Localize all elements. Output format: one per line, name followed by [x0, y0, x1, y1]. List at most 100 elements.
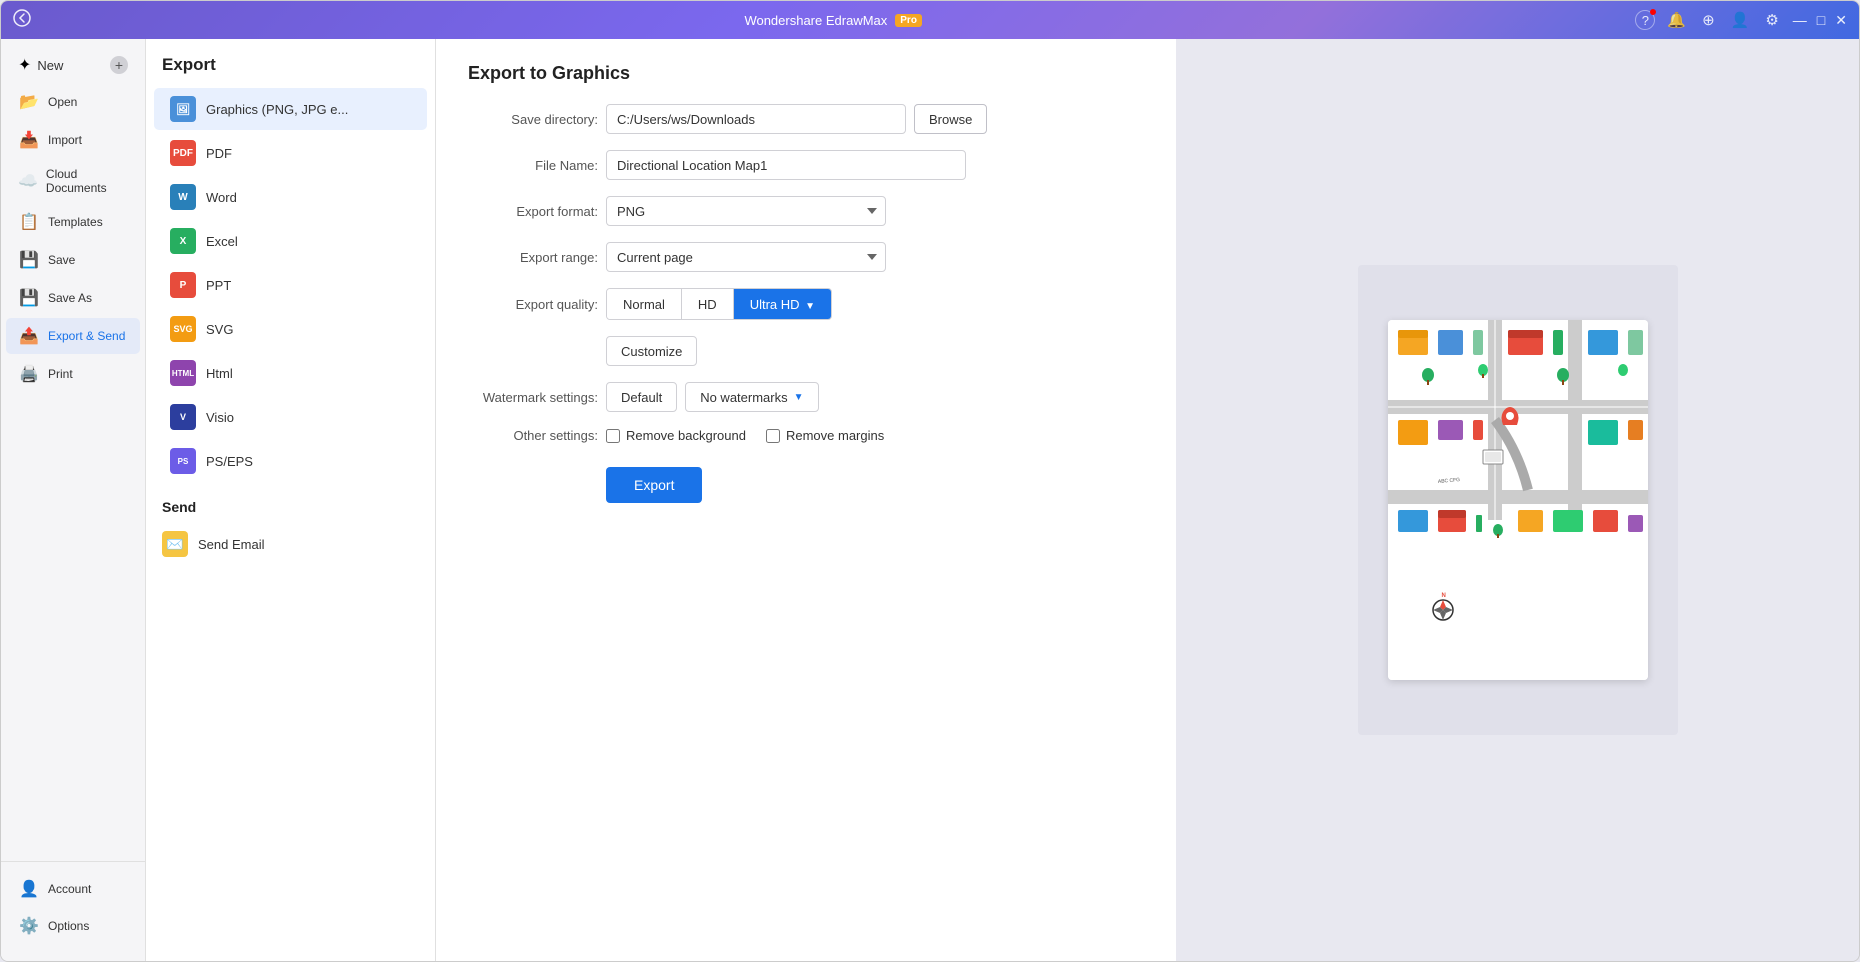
- file-name-label: File Name:: [468, 158, 598, 173]
- templates-label: Templates: [48, 215, 103, 229]
- notification-button[interactable]: 🔔: [1663, 9, 1690, 31]
- html-format-icon: HTML: [170, 360, 196, 386]
- customize-row: Customize: [468, 336, 1144, 366]
- plus-icon[interactable]: +: [110, 56, 128, 74]
- format-label-excel: Excel: [206, 234, 238, 249]
- preview-card: N ABC CFG: [1388, 320, 1648, 680]
- export-range-select[interactable]: Current page All pages Selection: [606, 242, 886, 272]
- export-settings-panel: Export to Graphics Save directory: Brows…: [436, 39, 1176, 961]
- ppt-format-icon: P: [170, 272, 196, 298]
- export-format-label: Export format:: [468, 204, 598, 219]
- watermark-row: Watermark settings: Default No watermark…: [468, 382, 1144, 412]
- export-format-select[interactable]: PNG JPG BMP TIFF GIF: [606, 196, 886, 226]
- middle-panel: Export 🖼 Graphics (PNG, JPG e... PDF PDF…: [146, 39, 436, 961]
- visio-format-icon: V: [170, 404, 196, 430]
- format-label-pseps: PS/EPS: [206, 454, 253, 469]
- sidebar-item-saveas[interactable]: 💾 Save As: [6, 280, 140, 316]
- app-name: Wondershare EdrawMax: [744, 13, 887, 28]
- community-button[interactable]: ⊕: [1698, 9, 1719, 31]
- send-email-item[interactable]: ✉️ Send Email: [162, 523, 419, 565]
- sidebar-item-export[interactable]: 📤 Export & Send: [6, 318, 140, 354]
- remove-margins-input[interactable]: [766, 429, 780, 443]
- quality-ultrahd-button[interactable]: Ultra HD ▼: [734, 289, 831, 319]
- watermark-chevron: ▼: [794, 392, 804, 403]
- saveas-label: Save As: [48, 291, 92, 305]
- watermark-controls: Default No watermarks ▼: [606, 382, 1144, 412]
- maximize-button[interactable]: □: [1817, 12, 1825, 28]
- save-directory-controls: Browse: [606, 104, 1144, 134]
- save-label: Save: [48, 253, 75, 267]
- export-button[interactable]: Export: [606, 467, 702, 503]
- new-button-container[interactable]: ✦ New +: [6, 48, 140, 82]
- remove-background-checkbox[interactable]: Remove background: [606, 428, 746, 443]
- other-settings-label: Other settings:: [468, 428, 598, 443]
- watermark-nowatermark-button[interactable]: No watermarks ▼: [685, 382, 818, 412]
- export-range-row: Export range: Current page All pages Sel…: [468, 242, 1144, 272]
- sidebar-item-account[interactable]: 👤 Account: [6, 871, 140, 907]
- browse-button[interactable]: Browse: [914, 104, 987, 134]
- back-button[interactable]: [13, 9, 31, 32]
- sidebar-item-templates[interactable]: 📋 Templates: [6, 204, 140, 240]
- export-format-controls: PNG JPG BMP TIFF GIF: [606, 196, 1144, 226]
- settings-button[interactable]: ⚙: [1761, 9, 1782, 31]
- left-sidebar: ✦ New + 📂 Open 📥 Import ☁️ Cloud Documen…: [1, 39, 146, 961]
- format-item-ppt[interactable]: P PPT: [154, 264, 427, 306]
- excel-format-icon: X: [170, 228, 196, 254]
- sidebar-item-cloud[interactable]: ☁️ Cloud Documents: [6, 160, 140, 202]
- sidebar-item-import[interactable]: 📥 Import: [6, 122, 140, 158]
- file-name-controls: [606, 150, 1144, 180]
- send-section: Send ✉️ Send Email: [146, 483, 435, 573]
- export-format-row: Export format: PNG JPG BMP TIFF GIF: [468, 196, 1144, 226]
- format-item-excel[interactable]: X Excel: [154, 220, 427, 262]
- pdf-format-icon: PDF: [170, 140, 196, 166]
- format-item-word[interactable]: W Word: [154, 176, 427, 218]
- share-button[interactable]: 👤: [1727, 9, 1754, 31]
- file-name-input[interactable]: [606, 150, 966, 180]
- import-icon: 📥: [18, 129, 40, 151]
- export-btn-row: Export: [468, 459, 1144, 503]
- sidebar-item-options[interactable]: ⚙️ Options: [6, 908, 140, 944]
- quality-normal-button[interactable]: Normal: [607, 289, 682, 319]
- quality-button-group: Normal HD Ultra HD ▼: [606, 288, 832, 320]
- format-item-visio[interactable]: V Visio: [154, 396, 427, 438]
- save-directory-row: Save directory: Browse: [468, 104, 1144, 134]
- pseps-format-icon: PS: [170, 448, 196, 474]
- sidebar-bottom: 👤 Account ⚙️ Options: [1, 861, 145, 953]
- other-settings-checkboxes: Remove background Remove margins: [606, 428, 884, 443]
- sidebar-item-open[interactable]: 📂 Open: [6, 84, 140, 120]
- send-email-label: Send Email: [198, 537, 264, 552]
- sidebar-item-save[interactable]: 💾 Save: [6, 242, 140, 278]
- watermark-default-button[interactable]: Default: [606, 382, 677, 412]
- minimize-button[interactable]: —: [1793, 12, 1807, 28]
- title-bar-center: Wondershare EdrawMax Pro: [744, 13, 922, 28]
- customize-button[interactable]: Customize: [606, 336, 697, 366]
- close-button[interactable]: ✕: [1835, 12, 1847, 29]
- save-directory-input[interactable]: [606, 104, 906, 134]
- send-title: Send: [162, 499, 419, 515]
- account-icon: 👤: [18, 878, 40, 900]
- title-bar: Wondershare EdrawMax Pro ? 🔔 ⊕ 👤 ⚙ — □ ✕: [1, 1, 1859, 39]
- svg-format-icon: SVG: [170, 316, 196, 342]
- options-label: Options: [48, 919, 89, 933]
- import-label: Import: [48, 133, 82, 147]
- format-label-ppt: PPT: [206, 278, 231, 293]
- export-section-title: Export: [146, 55, 435, 87]
- quality-hd-button[interactable]: HD: [682, 289, 734, 319]
- templates-icon: 📋: [18, 211, 40, 233]
- export-quality-controls: Normal HD Ultra HD ▼: [606, 288, 1144, 320]
- pro-badge: Pro: [895, 14, 922, 27]
- format-item-graphics[interactable]: 🖼 Graphics (PNG, JPG e...: [154, 88, 427, 130]
- format-item-pseps[interactable]: PS PS/EPS: [154, 440, 427, 482]
- export-quality-row: Export quality: Normal HD Ultra HD ▼: [468, 288, 1144, 320]
- open-icon: 📂: [18, 91, 40, 113]
- cloud-label: Cloud Documents: [46, 167, 128, 195]
- remove-background-input[interactable]: [606, 429, 620, 443]
- format-item-html[interactable]: HTML Html: [154, 352, 427, 394]
- format-item-svg[interactable]: SVG SVG: [154, 308, 427, 350]
- format-item-pdf[interactable]: PDF PDF: [154, 132, 427, 174]
- help-icon-wrapper: ?: [1635, 10, 1655, 30]
- remove-margins-checkbox[interactable]: Remove margins: [766, 428, 884, 443]
- title-bar-controls: ? 🔔 ⊕ 👤 ⚙ — □ ✕: [1635, 9, 1847, 31]
- format-label-graphics: Graphics (PNG, JPG e...: [206, 102, 348, 117]
- sidebar-item-print[interactable]: 🖨️ Print: [6, 356, 140, 392]
